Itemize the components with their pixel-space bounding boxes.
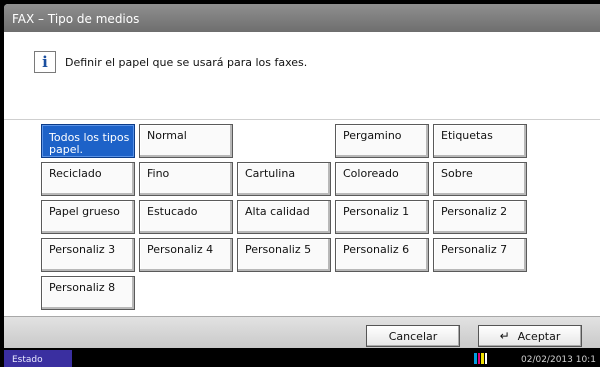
info-row: i Definir el papel que se usará para los…	[34, 51, 307, 73]
media-button-cartulina[interactable]: Cartulina	[237, 162, 331, 196]
media-button-personaliz-7[interactable]: Personaliz 7	[433, 238, 527, 272]
device-screen: FAX – Tipo de medios i Definir el papel …	[0, 0, 600, 367]
media-button-coloreado[interactable]: Coloreado	[335, 162, 429, 196]
media-button-normal[interactable]: Normal	[139, 124, 233, 158]
info-message: Definir el papel que se usará para los f…	[65, 55, 308, 69]
media-button-pergamino[interactable]: Pergamino	[335, 124, 429, 158]
media-button-etiquetas[interactable]: Etiquetas	[433, 124, 527, 158]
media-button-personaliz-5[interactable]: Personaliz 5	[237, 238, 331, 272]
accept-button[interactable]: ↵ Aceptar	[478, 325, 582, 347]
media-button-personaliz-2[interactable]: Personaliz 2	[433, 200, 527, 234]
status-button[interactable]: Estado	[4, 350, 72, 367]
info-icon: i	[34, 51, 56, 73]
media-button-fino[interactable]: Fino	[139, 162, 233, 196]
media-button-estucado[interactable]: Estucado	[139, 200, 233, 234]
media-button-todos-los-tipos[interactable]: Todos los tipos papel.	[41, 124, 135, 158]
date-time: 02/02/2013 10:1	[521, 355, 596, 365]
media-button-personaliz-4[interactable]: Personaliz 4	[139, 238, 233, 272]
accept-button-label: Aceptar	[517, 329, 561, 343]
enter-arrow-icon: ↵	[499, 329, 510, 343]
status-bar: Estado 02/02/2013 10:1	[0, 350, 600, 367]
divider	[4, 119, 600, 120]
window-title: FAX – Tipo de medios	[4, 4, 600, 32]
media-button-alta-calidad[interactable]: Alta calidad	[237, 200, 331, 234]
media-type-panel: FAX – Tipo de medios i Definir el papel …	[4, 4, 600, 348]
action-bar: Cancelar ↵ Aceptar	[4, 316, 600, 348]
media-button-personaliz-6[interactable]: Personaliz 6	[335, 238, 429, 272]
cancel-button[interactable]: Cancelar	[366, 325, 460, 347]
media-button-sobre[interactable]: Sobre	[433, 162, 527, 196]
media-button-reciclado[interactable]: Reciclado	[41, 162, 135, 196]
media-button-personaliz-1[interactable]: Personaliz 1	[335, 200, 429, 234]
media-button-personaliz-8[interactable]: Personaliz 8	[41, 276, 135, 310]
media-button-papel-grueso[interactable]: Papel grueso	[41, 200, 135, 234]
media-button-personaliz-3[interactable]: Personaliz 3	[41, 238, 135, 272]
toner-level-icon	[474, 353, 488, 364]
